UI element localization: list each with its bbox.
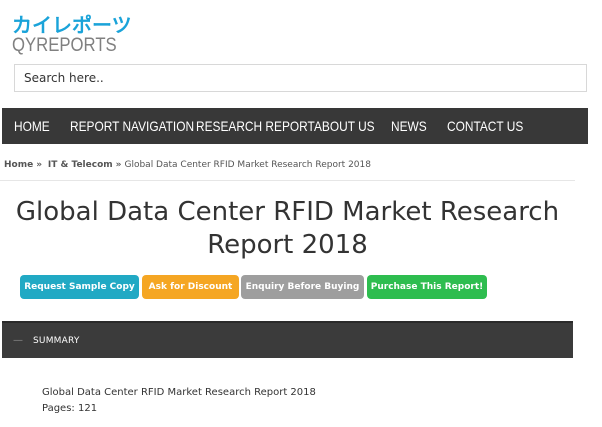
- collapse-icon: —: [13, 335, 23, 346]
- nav-contact-us[interactable]: CONTACT US: [447, 118, 523, 134]
- main-nav: HOME REPORT NAVIGATION RESEARCH REPORT A…: [2, 108, 588, 144]
- ask-discount-button[interactable]: Ask for Discount: [142, 275, 239, 299]
- search-box: [14, 64, 587, 92]
- logo-japanese-text: カイレポーツ: [12, 13, 132, 37]
- breadcrumb-category[interactable]: IT & Telecom: [48, 160, 113, 170]
- breadcrumb-separator: »: [36, 160, 43, 170]
- nav-report-navigation[interactable]: REPORT NAVIGATION: [70, 118, 194, 134]
- breadcrumb: Home» IT & Telecom» Global Data Center RF…: [4, 160, 371, 170]
- logo-english-text: QYREPORTS: [12, 35, 117, 56]
- nav-research-report[interactable]: RESEARCH REPORT: [196, 118, 315, 134]
- summary-accordion-header[interactable]: — SUMMARY: [2, 321, 573, 358]
- site-logo[interactable]: カイレポーツ QYREPORTS: [12, 14, 142, 58]
- breadcrumb-current: Global Data Center RFID Market Research …: [124, 160, 371, 170]
- nav-about-us[interactable]: ABOUT US: [314, 118, 375, 134]
- summary-content: Global Data Center RFID Market Research …: [42, 385, 316, 417]
- search-input[interactable]: [15, 65, 586, 91]
- enquiry-button[interactable]: Enquiry Before Buying: [241, 275, 364, 299]
- report-name: Global Data Center RFID Market Research …: [42, 387, 316, 398]
- nav-home[interactable]: HOME: [14, 118, 50, 134]
- report-pages: Pages: 121: [42, 403, 98, 414]
- page-title: Global Data Center RFID Market Research …: [15, 197, 560, 260]
- purchase-button[interactable]: Purchase This Report!: [367, 275, 487, 299]
- breadcrumb-home[interactable]: Home: [4, 160, 33, 170]
- page: カイレポーツ QYREPORTS HOME REPORT NAVIGATION …: [0, 0, 602, 427]
- request-sample-button[interactable]: Request Sample Copy: [20, 275, 139, 299]
- breadcrumb-divider: [0, 180, 575, 181]
- nav-news[interactable]: NEWS: [391, 118, 427, 134]
- breadcrumb-separator: »: [115, 160, 122, 170]
- summary-label: SUMMARY: [33, 335, 80, 346]
